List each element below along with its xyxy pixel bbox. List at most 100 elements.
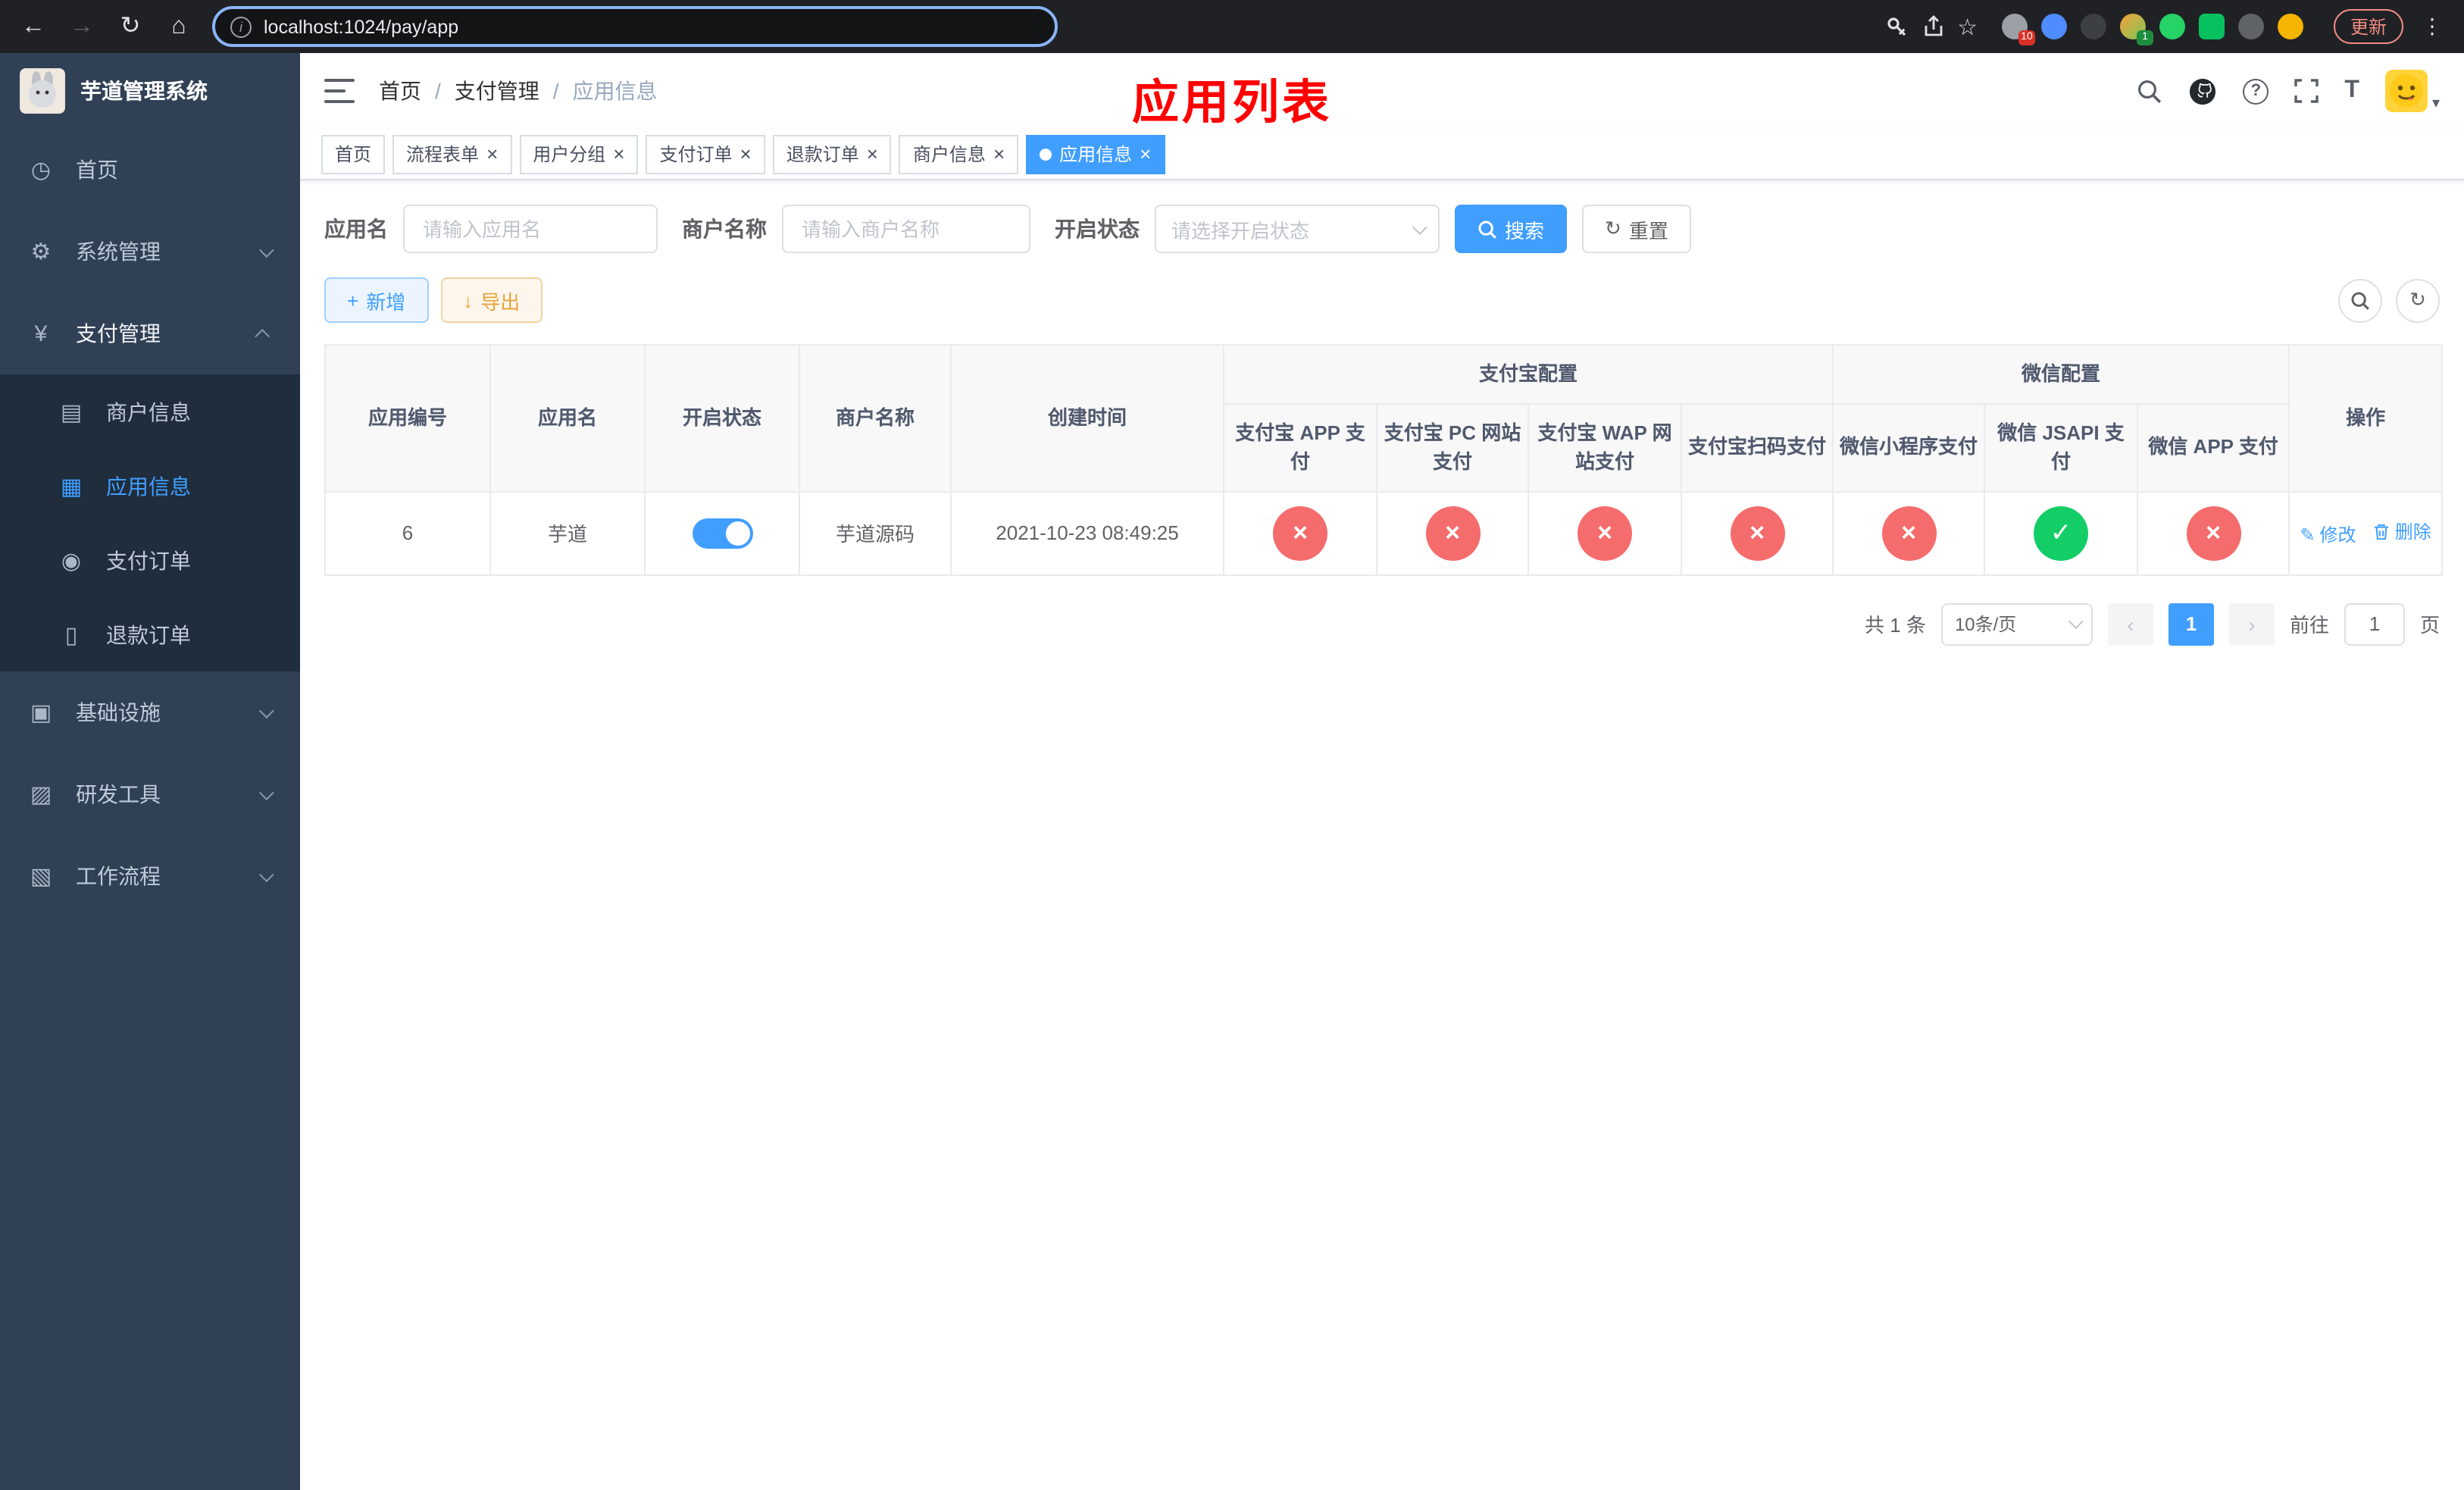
sidebar-logo[interactable]: 芋道管理系统 — [0, 53, 300, 129]
sidebar-item-devtools[interactable]: ▨ 研发工具 — [0, 753, 300, 835]
sidebar-item-workflow[interactable]: ▧ 工作流程 — [0, 835, 300, 917]
col-created-at: 创建时间 — [950, 344, 1224, 492]
tab-home[interactable]: 首页 — [321, 134, 386, 174]
site-info-icon[interactable]: i — [230, 16, 252, 37]
search-button[interactable]: 搜索 — [1455, 205, 1568, 253]
col-wechat-jsapi: 微信 JSAPI 支付 — [1984, 402, 2139, 492]
tab-user-group[interactable]: 用户分组 × — [519, 134, 639, 174]
sidebar-item-label: 研发工具 — [76, 782, 161, 806]
infrastructure-icon: ▣ — [30, 700, 52, 726]
search-icon[interactable] — [2137, 78, 2162, 104]
toggle-search-button[interactable] — [2338, 278, 2382, 322]
app-name-input[interactable] — [403, 205, 658, 253]
tab-payment-orders[interactable]: 支付订单 × — [646, 134, 765, 174]
document-icon: ▯ — [64, 622, 78, 648]
tab-refund-orders[interactable]: 退款订单 × — [772, 134, 892, 174]
address-bar[interactable]: i localhost:1024/pay/app — [212, 6, 1058, 47]
add-button-label: 新增 — [366, 290, 406, 313]
share-icon[interactable] — [1921, 14, 1945, 39]
avatar — [2384, 70, 2428, 112]
sidebar-item-label: 首页 — [76, 158, 118, 182]
tab-label: 流程表单 — [406, 144, 480, 165]
close-icon[interactable]: × — [740, 144, 752, 164]
sidebar-item-label: 商户信息 — [106, 399, 191, 424]
browser-menu-icon[interactable]: ⋮ — [2416, 14, 2449, 39]
breadcrumb-home[interactable]: 首页 — [379, 76, 421, 106]
sidebar-item-refund-orders[interactable]: ▯ 退款订单 — [0, 597, 300, 671]
browser-reload-button[interactable]: ↻ — [112, 8, 149, 45]
extension-grid-icon[interactable]: 10 — [2001, 14, 2035, 45]
extension-puzzle-icon[interactable] — [2237, 14, 2264, 39]
breadcrumb-current: 应用信息 — [572, 79, 658, 103]
reset-button[interactable]: ↻ 重置 — [1582, 205, 1691, 253]
sidebar-item-app-info[interactable]: ▦ 应用信息 — [0, 449, 300, 523]
browser-back-button[interactable]: ← — [15, 8, 52, 45]
navbar: 首页 / 支付管理 / 应用信息 ? T ▾ — [300, 53, 2464, 129]
status-toggle[interactable] — [692, 518, 752, 548]
sidebar-item-home[interactable]: ◷ 首页 — [0, 129, 300, 211]
page-title: 应用列表 — [1132, 76, 1332, 129]
merchant-name-label: 商户名称 — [682, 217, 767, 241]
breadcrumb-payment[interactable]: 支付管理 — [455, 76, 539, 106]
dashboard-icon: ◷ — [30, 158, 52, 183]
extension-dark-icon[interactable] — [2080, 14, 2106, 39]
prev-page-button[interactable]: ‹ — [2107, 603, 2153, 645]
extension-avatar-icon[interactable]: 1 — [2119, 14, 2153, 45]
close-icon[interactable]: × — [613, 144, 624, 164]
sidebar-item-payment[interactable]: ¥ 支付管理 — [0, 293, 300, 374]
cell-app-name: 芋道 — [489, 490, 646, 575]
target-icon: ◉ — [61, 548, 82, 574]
sidebar-item-system[interactable]: ⚙ 系统管理 — [0, 211, 300, 293]
sidebar-item-infrastructure[interactable]: ▣ 基础设施 — [0, 671, 300, 753]
export-button[interactable]: ↓ 导出 — [440, 277, 543, 323]
user-menu[interactable]: ▾ — [2384, 70, 2440, 112]
tab-label: 应用信息 — [1059, 144, 1133, 165]
tab-process-form[interactable]: 流程表单 × — [392, 134, 512, 174]
edit-link[interactable]: ✎ 修改 — [2300, 521, 2356, 547]
extension-face-icon[interactable] — [2277, 14, 2303, 39]
page-size-select[interactable]: 10条/页 — [1940, 603, 2093, 645]
grid-icon: ▦ — [60, 474, 83, 499]
sidebar-item-merchant-info[interactable]: ▤ 商户信息 — [0, 374, 300, 449]
browser-window: ← → ↻ ⌂ i localhost:1024/pay/app ☆ 10 1 — [0, 0, 2464, 1490]
browser-home-button[interactable]: ⌂ — [161, 8, 197, 45]
status-select[interactable]: 请选择开启状态 — [1155, 205, 1440, 253]
search-button-label: 搜索 — [1505, 219, 1545, 242]
close-icon[interactable]: × — [867, 144, 878, 164]
tab-label: 退款订单 — [786, 144, 859, 165]
add-button[interactable]: + 新增 — [324, 277, 429, 323]
page-number-button[interactable]: 1 — [2168, 603, 2214, 645]
sidebar-item-payment-orders[interactable]: ◉ 支付订单 — [0, 523, 300, 597]
close-icon[interactable]: × — [486, 144, 498, 164]
pagination-total: 共 1 条 — [1865, 614, 1926, 637]
app-name-label: 应用名 — [324, 217, 388, 241]
delete-link[interactable]: 删除 — [2374, 518, 2431, 544]
tab-app-info[interactable]: 应用信息 × — [1026, 134, 1165, 174]
close-icon[interactable]: × — [993, 144, 1005, 164]
next-page-button[interactable]: › — [2228, 603, 2275, 645]
cell-app-id: 6 — [324, 490, 491, 575]
extension-green-square-icon[interactable] — [2198, 14, 2225, 39]
collapse-sidebar-icon[interactable] — [324, 79, 355, 103]
tab-merchant-info[interactable]: 商户信息 × — [899, 134, 1019, 174]
browser-update-button[interactable]: 更新 — [2333, 9, 2403, 44]
goto-prefix: 前往 — [2289, 614, 2329, 637]
main-area: 首页 / 支付管理 / 应用信息 ? T ▾ 首页 流程表单 × 用户分组 × … — [300, 53, 2464, 1490]
sidebar-item-label: 系统管理 — [76, 239, 161, 264]
refresh-table-button[interactable]: ↻ — [2396, 278, 2440, 322]
password-key-icon[interactable] — [1884, 14, 1909, 39]
browser-forward-button[interactable]: → — [64, 8, 100, 45]
github-icon[interactable] — [2188, 77, 2217, 105]
close-icon[interactable]: × — [1140, 144, 1151, 164]
help-icon[interactable]: ? — [2243, 78, 2269, 104]
extension-green-circle-icon[interactable] — [2159, 14, 2185, 39]
bookmark-star-icon[interactable]: ☆ — [1957, 13, 1978, 40]
merchant-name-input[interactable] — [782, 205, 1030, 253]
download-icon: ↓ — [463, 289, 474, 311]
search-icon — [2351, 291, 2369, 309]
font-size-icon[interactable]: T — [2344, 77, 2359, 105]
col-wechat-app: 微信 APP 支付 — [2137, 402, 2290, 492]
goto-page-input[interactable] — [2344, 603, 2405, 645]
extension-drop-icon[interactable] — [2040, 14, 2067, 39]
fullscreen-icon[interactable] — [2294, 79, 2319, 103]
